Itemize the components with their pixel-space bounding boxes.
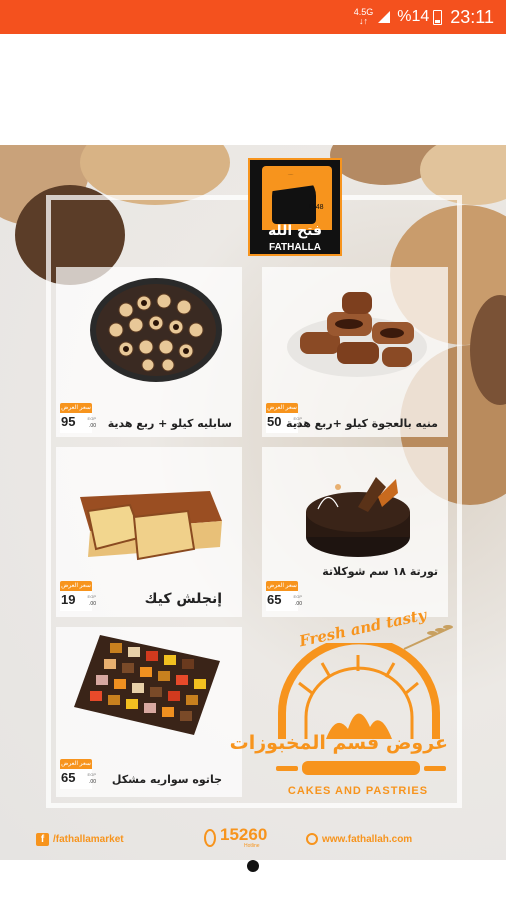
- product-name: إنجلش كيك: [144, 591, 222, 607]
- price-label: سعر العرض: [60, 759, 92, 769]
- page-indicator-dot[interactable]: [247, 860, 259, 872]
- status-bar: 4.5G ↓↑ %14 23:11: [0, 0, 506, 34]
- oven-icon: [278, 643, 440, 739]
- price-currency: EGP: [293, 594, 302, 599]
- wheat-icon: [403, 625, 453, 650]
- fathalla-logo: 1948 فتح الله FATHALLA: [248, 158, 342, 256]
- hotline-label: Hotline: [244, 843, 260, 849]
- price-decimals: .00: [295, 601, 302, 607]
- price-currency: EGP: [87, 772, 96, 777]
- english-cake-image: [80, 491, 222, 561]
- offer-flyer[interactable]: 1948 فتح الله FATHALLA سعر العرض 50 EGP …: [0, 145, 506, 860]
- price-value: 19: [61, 592, 76, 607]
- product-card: سعر العرض 50 EGP .00 منيه بالعجوة كيلو +…: [262, 267, 448, 437]
- facebook-icon: f: [36, 833, 49, 846]
- price-value: 65: [267, 592, 282, 607]
- price-value: 65: [61, 770, 76, 785]
- chocolate-cake-image: [306, 477, 410, 557]
- product-name: سابليه كيلو + ربع هدية: [107, 417, 232, 430]
- globe-icon: [306, 833, 318, 845]
- sable-cookies-image: [90, 278, 222, 382]
- price-currency: EGP: [87, 594, 96, 599]
- price-value: 95: [61, 414, 76, 429]
- product-name: تورتة ١٨ سم شوكلاتة: [322, 565, 438, 578]
- network-indicator: 4.5G ↓↑: [354, 8, 374, 26]
- price-decimals: .00: [89, 423, 96, 429]
- product-card: سعر العرض 19 EGP .00 إنجلش كيك: [56, 447, 242, 617]
- network-activity-icon: ↓↑: [358, 16, 368, 26]
- rolling-pin-icon: [276, 761, 446, 775]
- logo-name-ar: فتح الله: [267, 223, 323, 239]
- facebook-handle[interactable]: /fathallamarket: [53, 834, 124, 845]
- logo-year: 1948: [308, 204, 324, 211]
- price-body: 65 EGP .00: [60, 769, 96, 789]
- clock: 23:11: [450, 6, 494, 27]
- price-body: 95 EGP .00: [60, 413, 96, 433]
- price-label: سعر العرض: [60, 581, 92, 591]
- flyer-footer: f /fathallamarket 15260 Hotline www.fath…: [30, 823, 480, 853]
- gateau-soiree-image: [74, 635, 220, 735]
- product-card: سعر العرض 65 EGP .00 جاتوه سواريه مشكل: [56, 627, 242, 797]
- battery-percent: %14: [397, 8, 430, 25]
- price-value: 50: [267, 414, 282, 429]
- product-card: سعر العرض 95 EGP .00 سابليه كيلو + ربع ه…: [56, 267, 242, 437]
- product-name: جاتوه سواريه مشكل: [111, 773, 222, 786]
- battery-icon: [433, 9, 443, 25]
- bakery-subtitle: CAKES AND PASTRIES: [287, 785, 429, 797]
- hotline-number[interactable]: 15260: [220, 825, 267, 845]
- price-label: سعر العرض: [266, 403, 298, 413]
- price-tag: سعر العرض 65 EGP .00: [60, 759, 96, 793]
- price-tag: سعر العرض 19 EGP .00: [60, 581, 96, 615]
- price-decimals: .00: [89, 601, 96, 607]
- date-pastry-image: [287, 292, 427, 377]
- price-decimals: .00: [89, 779, 96, 785]
- price-tag: سعر العرض 95 EGP .00: [60, 403, 96, 437]
- website-link[interactable]: www.fathallah.com: [322, 834, 412, 845]
- price-label: سعر العرض: [60, 403, 92, 413]
- price-tag: سعر العرض 65 EGP .00: [266, 581, 302, 615]
- logo-name-en: FATHALLA: [268, 242, 322, 253]
- price-body: 19 EGP .00: [60, 591, 96, 611]
- bakery-banner: Fresh and tasty عروض قسم المخبوزات CAKES…: [230, 606, 454, 805]
- price-label: سعر العرض: [266, 581, 298, 591]
- signal-icon: [378, 11, 391, 23]
- phone-icon: [204, 829, 216, 847]
- product-name: منيه بالعجوة كيلو +ربع هدية: [286, 417, 438, 430]
- product-card: سعر العرض 65 EGP .00 تورتة ١٨ سم شوكلاتة: [262, 447, 448, 617]
- price-currency: EGP: [87, 416, 96, 421]
- price-body: 65 EGP .00: [266, 591, 302, 611]
- bakery-title: عروض قسم المخبوزات: [229, 732, 448, 754]
